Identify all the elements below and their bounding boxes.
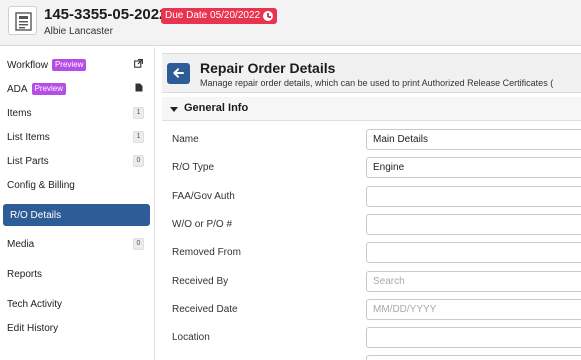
ro-number: 145-3355-05-2022 bbox=[44, 6, 168, 23]
field-label: FAA/Gov Auth bbox=[172, 191, 235, 202]
field-label: Removed From bbox=[172, 247, 241, 258]
received-date-field[interactable] bbox=[366, 299, 581, 320]
sidebar-item-label: Media bbox=[7, 238, 35, 250]
removed-from-field[interactable] bbox=[366, 242, 581, 263]
section-title: General Info bbox=[184, 102, 249, 114]
sidebar-item-ada[interactable]: ADA Preview bbox=[0, 78, 153, 100]
sidebar-item-config-billing[interactable]: Config & Billing bbox=[0, 174, 153, 196]
record-header: 145-3355-05-2022 Due Date 05/20/2022 Alb… bbox=[0, 0, 581, 46]
sidebar-item-label: Edit History bbox=[7, 322, 59, 334]
count-badge: 1 bbox=[133, 107, 144, 119]
arrow-left-icon bbox=[173, 68, 184, 78]
location-field[interactable] bbox=[366, 327, 581, 348]
count-badge: 0 bbox=[133, 238, 144, 250]
sidebar-item-media[interactable]: Media 0 bbox=[0, 233, 153, 255]
sidebar-item-tech-activity[interactable]: Tech Activity bbox=[0, 293, 153, 315]
field-label: Received By bbox=[172, 276, 229, 287]
due-date-badge: Due Date 05/20/2022 bbox=[161, 8, 278, 24]
external-link-icon[interactable] bbox=[134, 59, 143, 70]
clock-icon bbox=[263, 11, 274, 21]
preview-badge: Preview bbox=[51, 59, 87, 71]
count-badge: 1 bbox=[133, 131, 144, 143]
sidebar-item-list-items[interactable]: List Items 1 bbox=[0, 126, 153, 148]
sidebar-item-items[interactable]: Items 1 bbox=[0, 102, 153, 124]
count-badge: 0 bbox=[133, 155, 144, 167]
sidebar-item-label: ADA bbox=[7, 83, 28, 95]
caret-down-icon bbox=[170, 107, 178, 112]
document-icon bbox=[8, 6, 37, 35]
page-subtitle: Manage repair order details, which can b… bbox=[200, 78, 554, 88]
sidebar-nav: Workflow Preview ADA Preview Items 1 Lis… bbox=[0, 47, 155, 360]
main-content: Repair Order Details Manage repair order… bbox=[162, 53, 581, 360]
next-field[interactable] bbox=[366, 355, 581, 360]
sidebar-item-ro-details[interactable]: R/O Details bbox=[3, 204, 150, 226]
back-button[interactable] bbox=[167, 63, 190, 84]
name-field[interactable] bbox=[366, 129, 581, 150]
sidebar-item-label: List Parts bbox=[7, 155, 49, 167]
customer-name: Albie Lancaster bbox=[44, 26, 113, 37]
general-info-section-toggle[interactable]: General Info bbox=[162, 97, 581, 121]
field-label: Received Date bbox=[172, 304, 238, 315]
sidebar-item-label: R/O Details bbox=[10, 209, 62, 221]
wo-po-field[interactable] bbox=[366, 214, 581, 235]
sidebar-item-workflow[interactable]: Workflow Preview bbox=[0, 54, 153, 76]
file-icon[interactable] bbox=[135, 83, 143, 94]
page-title: Repair Order Details bbox=[200, 60, 336, 76]
preview-badge: Preview bbox=[31, 83, 67, 95]
sidebar-item-label: Items bbox=[7, 107, 32, 119]
field-label: Name bbox=[172, 134, 199, 145]
due-date-label: Due Date 05/20/2022 bbox=[165, 10, 261, 21]
field-label: Location bbox=[172, 332, 210, 343]
ro-type-field[interactable] bbox=[366, 157, 581, 178]
field-label: R/O Type bbox=[172, 162, 215, 173]
sidebar-item-label: List Items bbox=[7, 131, 50, 143]
sidebar-item-edit-history[interactable]: Edit History bbox=[0, 317, 153, 339]
sidebar-item-label: Workflow bbox=[7, 59, 48, 71]
received-by-search-input[interactable] bbox=[366, 271, 581, 292]
sidebar-item-label: Tech Activity bbox=[7, 298, 63, 310]
field-label: W/O or P/O # bbox=[172, 219, 233, 230]
sidebar-item-reports[interactable]: Reports bbox=[0, 263, 153, 285]
sidebar-item-label: Config & Billing bbox=[7, 179, 75, 191]
faa-gov-auth-field[interactable] bbox=[366, 186, 581, 207]
sidebar-item-label: Reports bbox=[7, 268, 43, 280]
page-header: Repair Order Details Manage repair order… bbox=[162, 53, 581, 93]
sidebar-item-list-parts[interactable]: List Parts 0 bbox=[0, 150, 153, 172]
